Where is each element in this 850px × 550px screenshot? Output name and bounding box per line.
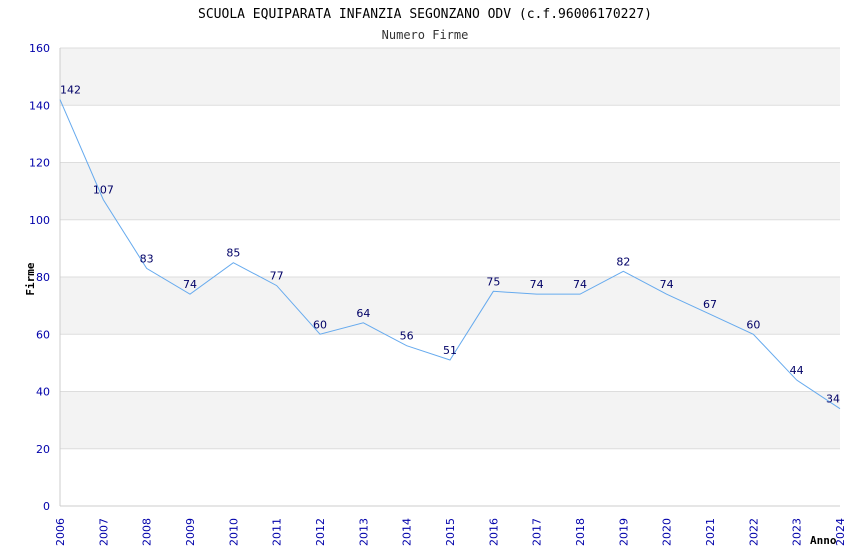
x-tick-label: 2010	[227, 518, 240, 546]
y-tick-label: 80	[36, 271, 50, 284]
series-layer	[59, 99, 841, 410]
x-tick-label: 2007	[97, 518, 110, 546]
series-line	[59, 99, 841, 410]
x-tick-label: 2022	[747, 518, 760, 546]
data-label: 107	[93, 184, 114, 197]
x-tick-label: 2018	[574, 518, 587, 546]
y-axis-title: Firme	[24, 262, 37, 295]
data-label: 64	[356, 307, 370, 320]
data-label: 56	[400, 330, 414, 343]
data-label: 74	[573, 278, 587, 291]
data-label: 77	[270, 270, 284, 283]
data-label: 34	[826, 393, 840, 406]
x-tick-label: 2023	[791, 518, 804, 546]
x-axis-title: Anno	[810, 534, 837, 547]
data-label: 82	[616, 255, 630, 268]
y-tick-label: 0	[43, 500, 50, 513]
grid-band	[60, 391, 840, 449]
x-tick-label: 2012	[314, 518, 327, 546]
x-tick-label: 2019	[617, 518, 630, 546]
data-label: 74	[183, 278, 197, 291]
data-label: 75	[486, 275, 500, 288]
data-label: 67	[703, 298, 717, 311]
x-tick-label: 2006	[54, 518, 67, 546]
grid-band	[60, 277, 840, 335]
data-label: 74	[660, 278, 674, 291]
data-label-layer: 142 107 83 74 85 77 60 64 56 51 75 74 74 82 74 67 60 44 34	[60, 84, 840, 406]
x-tick-label: 2021	[704, 518, 717, 546]
chart-title: SCUOLA EQUIPARATA INFANZIA SEGONZANO ODV…	[198, 7, 652, 22]
y-tick-label: 160	[29, 42, 50, 55]
y-tick-label: 60	[36, 328, 50, 341]
data-label: 44	[790, 364, 804, 377]
y-tick-label: 40	[36, 386, 50, 399]
data-label: 142	[60, 84, 81, 97]
x-tick-layer: 2006 2007 2008 2009 2010 2011 2012 2013 2014 2015…	[54, 518, 847, 546]
data-label: 60	[746, 318, 760, 331]
data-label: 85	[226, 247, 240, 260]
x-tick-label: 2016	[487, 518, 500, 546]
data-label: 51	[443, 344, 457, 357]
chart: 020406080100120140160 2006 2007 2008 2009 20…	[24, 7, 847, 547]
chart-subtitle: Numero Firme	[382, 28, 469, 42]
x-tick-label: 2008	[141, 518, 154, 546]
y-tick-label: 120	[29, 157, 50, 170]
y-tick-label: 20	[36, 443, 50, 456]
x-tick-label: 2020	[661, 518, 674, 546]
band-layer	[60, 48, 840, 449]
y-tick-label: 140	[29, 99, 50, 112]
x-tick-label: 2009	[184, 518, 197, 546]
x-tick-label: 2013	[357, 518, 370, 546]
grid-band	[60, 162, 840, 220]
x-tick-label: 2017	[531, 518, 544, 546]
x-tick-label: 2011	[271, 518, 284, 546]
y-tick-label: 100	[29, 214, 50, 227]
x-tick-label: 2015	[444, 518, 457, 546]
data-label: 83	[140, 252, 154, 265]
data-label: 60	[313, 318, 327, 331]
x-tick-label: 2014	[401, 518, 414, 546]
data-label: 74	[530, 278, 544, 291]
grid-band	[60, 48, 840, 106]
